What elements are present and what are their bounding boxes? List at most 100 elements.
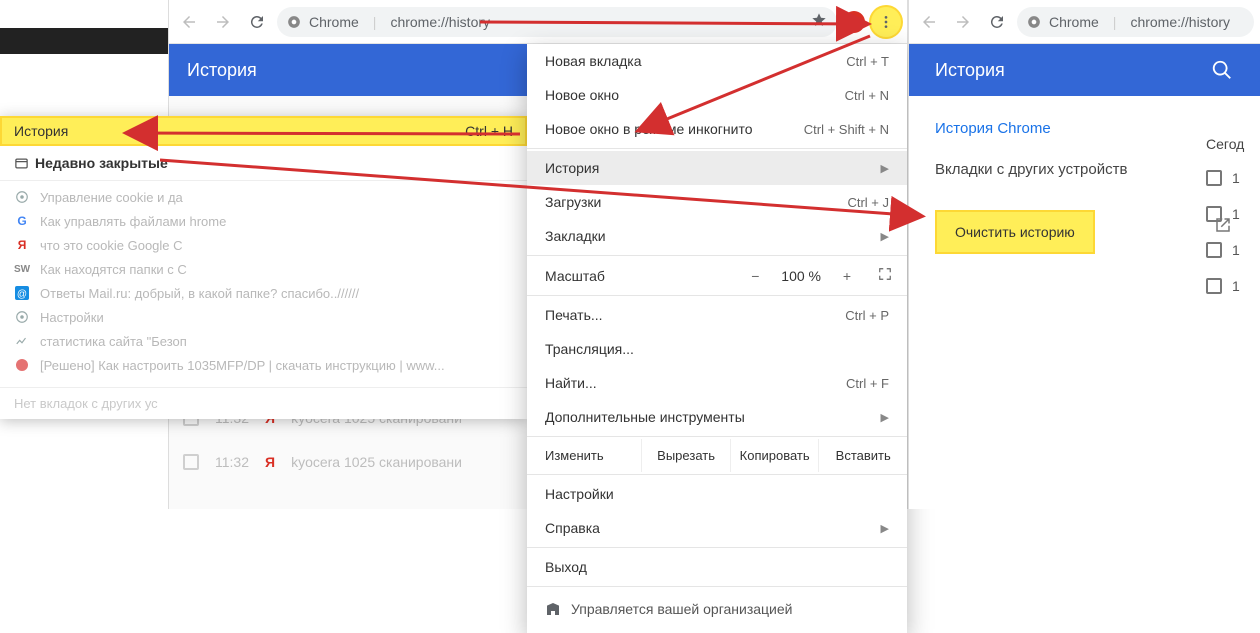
- list-item[interactable]: 1: [1200, 160, 1260, 196]
- yandex-icon: Я: [265, 454, 275, 470]
- row-checkbox[interactable]: [1206, 206, 1222, 222]
- omnibox-separator: |: [373, 14, 377, 30]
- mailru-favicon: @: [14, 285, 30, 301]
- svg-text:@: @: [17, 289, 27, 300]
- reload-icon: [988, 13, 1006, 31]
- forward-button[interactable]: [209, 8, 237, 36]
- menu-paste[interactable]: Вставить: [819, 439, 907, 472]
- row-title: kyocera 1025 сканировани: [291, 454, 462, 470]
- menu-divider: [527, 474, 907, 475]
- reload-icon: [248, 13, 266, 31]
- menu-incognito[interactable]: Новое окно в режиме инкогнитоCtrl + Shif…: [527, 112, 907, 146]
- menu-dots-button[interactable]: [871, 7, 901, 37]
- bookmark-star-icon[interactable]: [811, 12, 827, 31]
- list-item[interactable]: Управление cookie и да: [0, 185, 527, 209]
- zoom-out-button[interactable]: −: [743, 268, 767, 284]
- menu-new-window[interactable]: Новое окноCtrl + N: [527, 78, 907, 112]
- history-header: История: [909, 44, 1260, 96]
- google-favicon: G: [14, 213, 30, 229]
- generic-favicon: [14, 357, 30, 373]
- toolbar: Chrome | chrome://history: [169, 0, 907, 44]
- chevron-right-icon: ▶: [881, 230, 889, 243]
- history-title: История: [935, 60, 1005, 81]
- menu-help[interactable]: Справка▶: [527, 511, 907, 545]
- menu-copy[interactable]: Копировать: [731, 439, 820, 472]
- forward-button[interactable]: [949, 8, 977, 36]
- menu-edit-label: Изменить: [527, 439, 642, 472]
- back-button[interactable]: [915, 8, 943, 36]
- submenu-history-shortcut: Ctrl + H: [465, 123, 513, 139]
- background-strip: [0, 28, 168, 54]
- row-time: 11:32: [215, 454, 249, 470]
- clear-history-button[interactable]: Очистить историю: [935, 210, 1095, 254]
- list-item[interactable]: SWКак находятся папки с C: [0, 257, 527, 281]
- menu-divider: [527, 586, 907, 587]
- menu-print[interactable]: Печать...Ctrl + P: [527, 298, 907, 332]
- window-icon: [14, 156, 29, 171]
- omnibox-secure-text: Chrome: [1049, 14, 1099, 30]
- zoom-in-button[interactable]: +: [835, 268, 859, 284]
- arrow-right-icon: [214, 13, 232, 31]
- list-item[interactable]: 1: [1200, 268, 1260, 304]
- menu-new-tab[interactable]: Новая вкладкаCtrl + T: [527, 44, 907, 78]
- back-button[interactable]: [175, 8, 203, 36]
- menu-history[interactable]: История▶: [527, 151, 907, 185]
- menu-find[interactable]: Найти...Ctrl + F: [527, 366, 907, 400]
- submenu-history-label: История: [14, 123, 68, 139]
- list-item[interactable]: Ячто это cookie Google C: [0, 233, 527, 257]
- menu-zoom: Масштаб − 100 % +: [527, 258, 907, 293]
- profile-avatar[interactable]: [843, 11, 865, 33]
- row-checkbox[interactable]: [1206, 278, 1222, 294]
- recently-closed-header: Недавно закрытые: [0, 146, 527, 181]
- list-item[interactable]: статистика сайта "Безоп: [0, 329, 527, 353]
- chrome-icon: [287, 15, 301, 29]
- fullscreen-button[interactable]: [873, 267, 897, 284]
- row-checkbox[interactable]: [1206, 170, 1222, 186]
- nav-other-tabs[interactable]: Вкладки с других устройств: [935, 143, 1242, 196]
- dots-vertical-icon: [878, 14, 894, 30]
- menu-cut[interactable]: Вырезать: [642, 439, 731, 472]
- history-day-list: Сегод 1 1 1 1: [1200, 136, 1260, 304]
- list-item[interactable]: @Ответы Mail.ru: добрый, в какой папке? …: [0, 281, 527, 305]
- menu-divider: [527, 436, 907, 437]
- history-search-button[interactable]: [1202, 50, 1242, 90]
- row-checkbox[interactable]: [1206, 242, 1222, 258]
- building-icon: [545, 601, 561, 617]
- list-item[interactable]: [Решено] Как настроить 1035MFP/DP | скач…: [0, 353, 527, 377]
- omnibox[interactable]: Chrome | chrome://history: [277, 7, 837, 37]
- menu-edit-row: Изменить Вырезать Копировать Вставить: [527, 439, 907, 472]
- omnibox-url: chrome://history: [1130, 14, 1230, 30]
- arrow-left-icon: [920, 13, 938, 31]
- chevron-right-icon: ▶: [881, 411, 889, 424]
- recently-closed-list: Управление cookie и да GКак управлять фа…: [0, 181, 527, 387]
- recently-closed-label: Недавно закрытые: [35, 155, 168, 171]
- chevron-right-icon: ▶: [881, 162, 889, 175]
- yandex-favicon: Я: [14, 237, 30, 253]
- reload-button[interactable]: [983, 8, 1011, 36]
- arrow-right-icon: [954, 13, 972, 31]
- menu-divider: [527, 547, 907, 548]
- zoom-value: 100 %: [781, 268, 821, 284]
- stats-favicon: [14, 333, 30, 349]
- menu-bookmarks[interactable]: Закладки▶: [527, 219, 907, 253]
- menu-more-tools[interactable]: Дополнительные инструменты▶: [527, 400, 907, 434]
- reload-button[interactable]: [243, 8, 271, 36]
- search-icon: [1211, 59, 1233, 81]
- menu-divider: [527, 295, 907, 296]
- menu-downloads[interactable]: ЗагрузкиCtrl + J: [527, 185, 907, 219]
- fullscreen-icon: [878, 267, 892, 281]
- menu-cast[interactable]: Трансляция...: [527, 332, 907, 366]
- menu-settings[interactable]: Настройки: [527, 477, 907, 511]
- submenu-history-item[interactable]: История Ctrl + H: [0, 116, 527, 146]
- menu-exit[interactable]: Выход: [527, 550, 907, 584]
- submenu-footer: Нет вкладок с других ус: [0, 387, 527, 419]
- omnibox[interactable]: Chrome | chrome://history: [1017, 7, 1254, 37]
- nav-chrome-history[interactable]: История Chrome: [935, 114, 1242, 143]
- list-item[interactable]: 1: [1200, 232, 1260, 268]
- list-item[interactable]: Настройки: [0, 305, 527, 329]
- chrome-main-menu: Новая вкладкаCtrl + T Новое окноCtrl + N…: [527, 44, 907, 633]
- row-checkbox[interactable]: [183, 454, 199, 470]
- list-item[interactable]: GКак управлять файлами hrome: [0, 209, 527, 233]
- list-item[interactable]: 1: [1200, 196, 1260, 232]
- history-title: История: [187, 60, 257, 81]
